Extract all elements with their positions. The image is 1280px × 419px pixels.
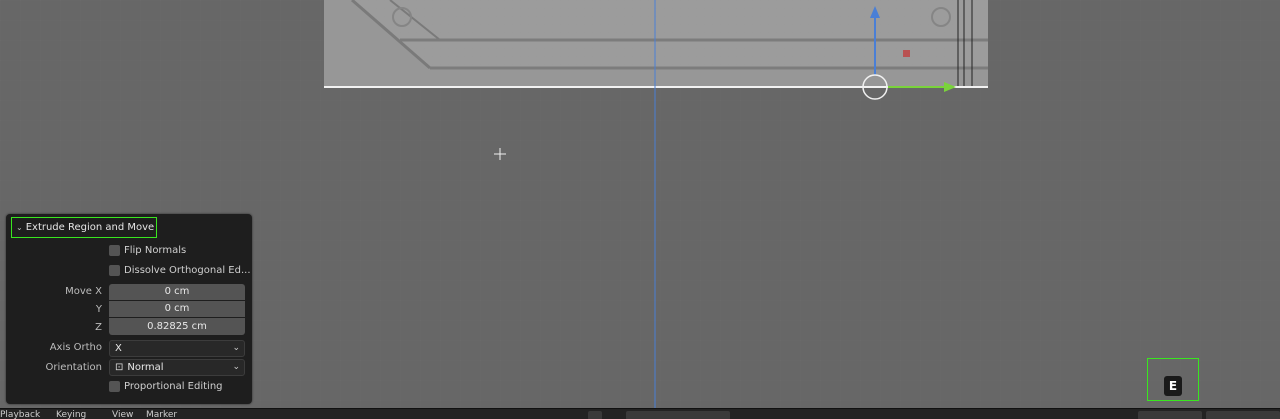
key-press-overlay: E: [1147, 358, 1199, 401]
move-z-field[interactable]: 0.82825 cm: [109, 318, 245, 335]
proportional-editing-checkbox[interactable]: Proportional Editing: [109, 381, 223, 392]
checkbox-icon[interactable]: [109, 381, 120, 392]
operator-title: Extrude Region and Move: [25, 222, 155, 233]
checkbox-icon[interactable]: [109, 245, 120, 256]
chevron-down-icon: ⌄: [16, 223, 23, 232]
menu-keying[interactable]: Keying: [56, 410, 86, 419]
move-x-field[interactable]: 0 cm: [109, 284, 245, 300]
move-x-label: Move X: [65, 286, 102, 297]
mesh-object: [324, 0, 988, 88]
menu-playback[interactable]: Playback: [0, 410, 40, 419]
axis-ortho-value: X: [115, 343, 122, 354]
frame-field[interactable]: [1138, 411, 1202, 419]
timeline-header[interactable]: Playback Keying View Marker: [0, 408, 1280, 419]
record-button[interactable]: [588, 411, 602, 419]
dissolve-orthogonal-checkbox[interactable]: Dissolve Orthogonal Ed...: [109, 265, 251, 276]
key-cap: E: [1164, 376, 1182, 396]
menu-marker[interactable]: Marker: [146, 410, 177, 419]
move-y-label: Y: [95, 304, 102, 315]
dissolve-orthogonal-label: Dissolve Orthogonal Ed...: [124, 265, 251, 276]
operator-panel[interactable]: ⌄ Extrude Region and Move Flip Normals D…: [6, 214, 252, 404]
move-y-field[interactable]: 0 cm: [109, 301, 245, 317]
menu-view[interactable]: View: [112, 410, 133, 419]
playback-controls[interactable]: [626, 411, 730, 419]
operator-panel-header[interactable]: ⌄ Extrude Region and Move: [11, 217, 157, 238]
orientation-select[interactable]: ⊡ Normal ⌄: [109, 359, 245, 376]
orientation-icon: ⊡: [115, 362, 124, 373]
checkbox-icon[interactable]: [109, 265, 120, 276]
flip-normals-checkbox[interactable]: Flip Normals: [109, 245, 186, 256]
proportional-editing-label: Proportional Editing: [124, 381, 223, 392]
frame-start-field[interactable]: [1206, 411, 1280, 419]
chevron-down-icon: ⌄: [232, 362, 240, 372]
orientation-label: Orientation: [45, 362, 102, 373]
orientation-value: Normal: [127, 362, 164, 373]
chevron-down-icon: ⌄: [232, 343, 240, 353]
move-z-label: Z: [95, 322, 102, 333]
flip-normals-label: Flip Normals: [124, 245, 187, 256]
axis-ortho-select[interactable]: X ⌄: [109, 340, 245, 357]
axis-ortho-label: Axis Ortho: [49, 342, 102, 353]
